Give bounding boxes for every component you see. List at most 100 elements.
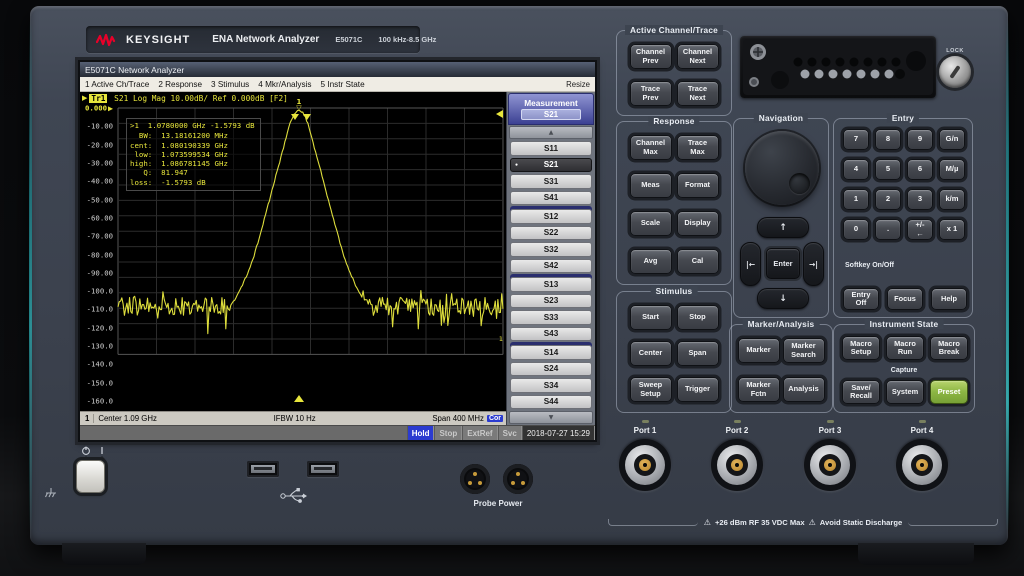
key-[interactable]: +/- ← (907, 219, 933, 240)
softkey-label: S32 (544, 245, 559, 254)
trace-number: Tr1 (89, 94, 107, 103)
start-key[interactable]: Start (630, 305, 672, 330)
arrow-down-button[interactable]: ↓ (757, 288, 809, 309)
softkey-s13[interactable]: S13 (510, 277, 592, 292)
trace-max-key[interactable]: Trace Max (677, 135, 719, 160)
key-3[interactable]: 3 (907, 189, 933, 210)
softkey-s12[interactable]: S12 (510, 209, 592, 224)
probe-power-label: Probe Power (438, 499, 558, 508)
key-1[interactable]: 1 (843, 189, 869, 210)
softkey-s43[interactable]: S43 (510, 327, 592, 342)
trace-format-text: S21 Log Mag 10.00dB/ Ref 0.000dB [F2] (109, 94, 287, 103)
softkey-s42[interactable]: S42 (510, 259, 592, 274)
key-x-1[interactable]: x 1 (939, 219, 965, 240)
format-key[interactable]: Format (677, 173, 719, 198)
macro-break-key[interactable]: Macro Break (930, 336, 968, 360)
trace-prev-key[interactable]: Trace Prev (630, 81, 672, 106)
system-key[interactable]: System (886, 380, 924, 404)
channel-next-key[interactable]: Channel Next (677, 44, 719, 69)
menu-item-3-stimulus[interactable]: 3 Stimulus (211, 80, 249, 89)
softkey-label: S24 (544, 364, 559, 373)
key-2[interactable]: 2 (875, 189, 901, 210)
key-4[interactable]: 4 (843, 159, 869, 180)
display-key[interactable]: Display (677, 211, 719, 236)
key-k-m[interactable]: k/m (939, 189, 965, 210)
span-key[interactable]: Span (677, 341, 719, 366)
bandwidth-readout-row: cent: 1.080190339 GHz (130, 141, 255, 150)
softkey-label: S13 (544, 280, 559, 289)
window-title: E5071C Network Analyzer (85, 65, 184, 75)
menu-item-5-instr-state[interactable]: 5 Instr State (320, 80, 364, 89)
key-g-n[interactable]: G/n (939, 129, 965, 150)
stop-key[interactable]: Stop (677, 305, 719, 330)
key-0[interactable]: 0 (843, 219, 869, 240)
softkey-s44[interactable]: S44 (510, 395, 592, 410)
softkey-s23[interactable]: S23 (510, 294, 592, 309)
marker-search-key[interactable]: Marker Search (783, 338, 825, 363)
macro-setup-key[interactable]: Macro Setup (842, 336, 880, 360)
key-[interactable]: . (875, 219, 901, 240)
key-7[interactable]: 7 (843, 129, 869, 150)
softkey-s33[interactable]: S33 (510, 310, 592, 325)
stimulus-scale-bar: 1 Center 1.09 GHz IFBW 10 Hz Span 400 MH… (80, 411, 506, 425)
probe-power-connector-2 (503, 464, 533, 494)
channel-max-key[interactable]: Channel Max (630, 135, 672, 160)
menu-item-1-active-ch-trace[interactable]: 1 Active Ch/Trace (85, 80, 149, 89)
softkey-s41[interactable]: S41 (510, 191, 592, 206)
key-8[interactable]: 8 (875, 129, 901, 150)
port-3: Port 3 (798, 420, 862, 491)
key-6[interactable]: 6 (907, 159, 933, 180)
softkey-scroll-down[interactable]: ▼ (509, 411, 593, 424)
entry-off-key[interactable]: Entry Off (843, 288, 879, 310)
cal-key[interactable]: Cal (677, 249, 719, 274)
span-value: Span 400 MHz (432, 414, 484, 423)
enter-button[interactable]: Enter (766, 248, 800, 279)
softkey-s34[interactable]: S34 (510, 378, 592, 393)
ifbw-value: IFBW 10 Hz (157, 414, 433, 423)
port-1: Port 1 (613, 420, 677, 491)
sweep-setup-key[interactable]: Sweep Setup (630, 377, 672, 402)
key-m[interactable]: M/µ (939, 159, 965, 180)
meas-key[interactable]: Meas (630, 173, 672, 198)
power-button[interactable] (76, 460, 105, 493)
softkey-s32[interactable]: S32 (510, 242, 592, 257)
resize-button[interactable]: Resize (566, 80, 590, 89)
scale-key[interactable]: Scale (630, 211, 672, 236)
softkey-label: S21 (544, 160, 559, 169)
arrow-left-button[interactable]: |← (740, 242, 761, 286)
softkey-s22[interactable]: S22 (510, 226, 592, 241)
menu-item-4-mkr-analysis[interactable]: 4 Mkr/Analysis (258, 80, 311, 89)
rotary-knob[interactable] (745, 131, 819, 205)
focus-key[interactable]: Focus (887, 288, 923, 310)
save-recall-key[interactable]: Save/ Recall (842, 380, 880, 404)
softkey-s24[interactable]: S24 (510, 362, 592, 377)
analysis-key[interactable]: Analysis (783, 377, 825, 402)
section-instrument-state: Instrument State Macro SetupMacro RunMac… (833, 324, 975, 413)
trace-next-key[interactable]: Trace Next (677, 81, 719, 106)
trigger-key[interactable]: Trigger (677, 377, 719, 402)
arrow-right-button[interactable]: →| (803, 242, 824, 286)
y-axis-label: -40.00 (87, 177, 113, 186)
help-key[interactable]: Help (931, 288, 967, 310)
esd-triangle-icon: ⚠ (809, 518, 816, 527)
trace-header: ▶ Tr1 S21 Log Mag 10.00dB/ Ref 0.000dB [… (80, 92, 506, 104)
menu-item-2-response[interactable]: 2 Response (158, 80, 202, 89)
avg-key[interactable]: Avg (630, 249, 672, 274)
softkey-s31[interactable]: S31 (510, 174, 592, 189)
marker-fctn-key[interactable]: Marker Fctn (738, 377, 780, 402)
key-5[interactable]: 5 (875, 159, 901, 180)
warning-bracket-left (608, 519, 698, 526)
softkey-scroll-up[interactable]: ▲ (509, 126, 593, 139)
key-9[interactable]: 9 (907, 129, 933, 150)
arrow-up-button[interactable]: ↑ (757, 217, 809, 238)
center-key[interactable]: Center (630, 341, 672, 366)
softkey-s14[interactable]: S14 (510, 345, 592, 360)
channel-prev-key[interactable]: Channel Prev (630, 44, 672, 69)
marker-key[interactable]: Marker (738, 338, 780, 363)
softkey-s11[interactable]: S11 (510, 141, 592, 156)
softkey-s21[interactable]: ●S21 (510, 158, 592, 173)
section-stimulus: Stimulus StartStopCenterSpanSweep SetupT… (616, 291, 732, 413)
preset-key[interactable]: Preset (930, 380, 968, 404)
macro-run-key[interactable]: Macro Run (886, 336, 924, 360)
port-led (642, 420, 649, 423)
